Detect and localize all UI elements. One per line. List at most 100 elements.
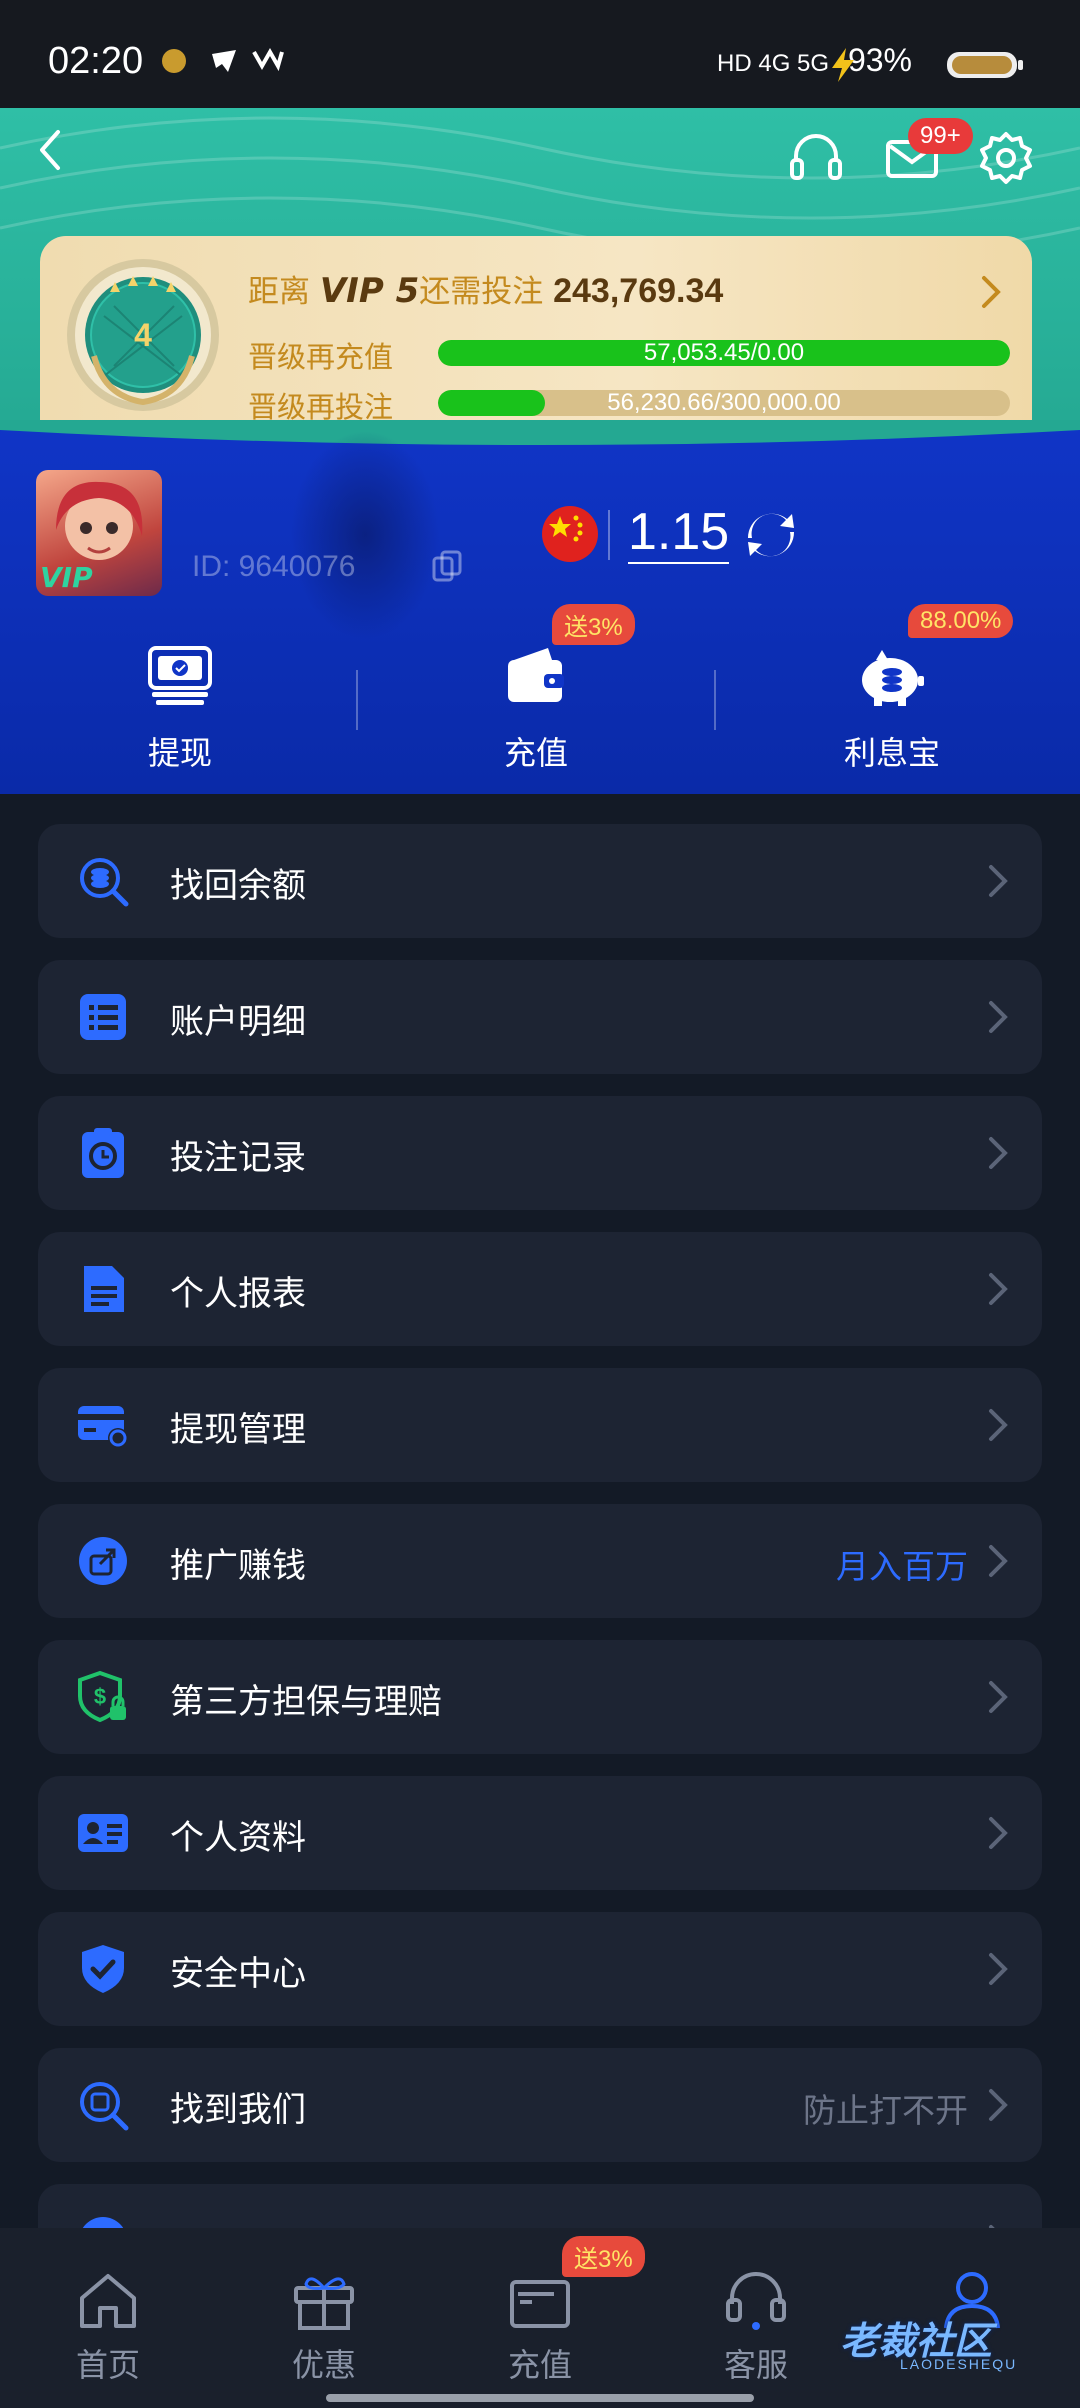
balance-divider <box>608 510 610 560</box>
menu-item-security-center[interactable]: 安全中心 <box>38 1912 1042 2026</box>
chevron-right-icon <box>989 1273 1008 1305</box>
share-icon <box>79 1537 127 1585</box>
withdraw-action[interactable]: 提现 <box>0 632 360 782</box>
nav-promotions[interactable]: 优惠 <box>216 2264 432 2386</box>
bet-progress-text: 56,230.66/300,000.00 <box>607 390 841 416</box>
user-id: ID: 9640076 <box>192 550 356 583</box>
svg-text:$: $ <box>94 1684 106 1709</box>
home-icon <box>80 2274 136 2328</box>
battery-icon <box>947 52 1023 78</box>
menu-item-label: 个人资料 <box>170 1818 306 1858</box>
menu-item-label: 个人报表 <box>170 1274 306 1314</box>
account-wave <box>0 420 1080 445</box>
menu-item-label: 提现管理 <box>170 1410 306 1450</box>
chevron-right-icon <box>989 1137 1008 1169</box>
withdraw-label: 提现 <box>147 734 212 772</box>
menu-item-label: 安全中心 <box>170 1954 306 1994</box>
network-indicator: HD 4G 5G <box>717 50 830 77</box>
menu-item-label: 第三方担保与理赔 <box>170 1682 442 1722</box>
nav-home-label: 首页 <box>75 2346 140 2384</box>
recharge-label: 充值 <box>503 734 568 772</box>
recharge-progress-text: 57,053.45/0.00 <box>643 340 805 366</box>
vip-target-level: VIP 5 <box>319 271 420 311</box>
recharge-progress-label: 晋级再充值 <box>248 340 394 374</box>
chevron-right-icon <box>989 1817 1008 1849</box>
menu-item-promote-earn[interactable]: 推广赚钱 月入百万 <box>38 1504 1042 1618</box>
nav-home[interactable]: 首页 <box>0 2264 216 2386</box>
menu-item-withdraw-management[interactable]: 提现管理 <box>38 1368 1042 1482</box>
chevron-right-icon <box>989 1001 1008 1033</box>
find-us-note: 防止打不开 <box>803 2091 968 2130</box>
status-time: 02:20 <box>48 40 144 82</box>
card-gear-icon <box>78 1406 128 1448</box>
refresh-icon[interactable] <box>740 504 802 566</box>
chevron-right-icon <box>989 1681 1008 1713</box>
shield-check-icon <box>82 1945 124 1993</box>
cash-icon <box>148 646 212 705</box>
chevron-right-icon <box>989 2089 1008 2121</box>
notification-icons <box>158 44 298 85</box>
chevron-right-icon <box>989 1953 1008 1985</box>
gift-icon <box>294 2277 354 2330</box>
menu-item-bet-records[interactable]: 投注记录 <box>38 1096 1042 1210</box>
menu-item-label: 找回余额 <box>170 866 306 906</box>
menu-item-recover-balance[interactable]: 找回余额 <box>38 824 1042 938</box>
nav-promotions-label: 优惠 <box>291 2346 356 2384</box>
gear-icon[interactable] <box>976 128 1036 188</box>
menu-item-label: 推广赚钱 <box>170 1546 306 1586</box>
copy-icon[interactable] <box>432 550 462 584</box>
document-icon <box>84 1266 124 1312</box>
chevron-right-icon <box>989 1545 1008 1577</box>
avatar[interactable]: VIP <box>36 470 162 596</box>
china-flag-icon <box>542 506 598 562</box>
wallet-icon <box>508 648 564 702</box>
nav-customer-service-label: 客服 <box>723 2346 788 2384</box>
interest-action[interactable]: 88.00% 利息宝 <box>712 604 1072 782</box>
back-icon[interactable] <box>24 122 80 178</box>
vip-medal-icon: 4 <box>67 259 219 411</box>
list-icon <box>80 994 126 1040</box>
chevron-right-icon <box>989 1409 1008 1441</box>
nav-customer-service[interactable]: 客服 <box>648 2264 864 2386</box>
chevron-right-icon[interactable] <box>976 272 1006 312</box>
charging-icon <box>832 48 854 82</box>
recharge-action[interactable]: 送3% 充值 <box>356 604 716 782</box>
account-panel: VIP ID: 9640076 1.15 提现 送3% 充值 88.00% 利息… <box>0 420 1080 794</box>
nav-recharge-label: 充值 <box>507 2346 572 2384</box>
status-bar: 02:20 HD 4G 5G 93% <box>0 0 1080 108</box>
vip-remaining-amount: 243,769.34 <box>553 272 724 310</box>
nav-recharge[interactable]: 充值 <box>432 2264 648 2386</box>
promote-note: 月入百万 <box>836 1547 968 1586</box>
id-card-icon <box>78 1814 128 1852</box>
home-indicator[interactable] <box>326 2394 754 2402</box>
chevron-right-icon <box>989 865 1008 897</box>
balance-amount: 1.15 <box>628 502 730 564</box>
app-notification-icon <box>162 47 284 73</box>
recharge-bonus-badge: 送3% <box>552 604 635 645</box>
interest-label: 利息宝 <box>843 734 940 772</box>
shield-dollar-lock-icon: $ <box>78 1670 126 1723</box>
vip-medal-level: 4 <box>134 317 152 353</box>
avatar-vip-tag: VIP <box>40 561 93 594</box>
menu-item-personal-info[interactable]: 个人资料 <box>38 1776 1042 1890</box>
menu-item-find-us[interactable]: 找到我们 防止打不开 <box>38 2048 1042 2162</box>
menu-item-label: 投注记录 <box>170 1138 306 1178</box>
menu-item-account-details[interactable]: 账户明细 <box>38 960 1042 1074</box>
vip-distance-prefix: 距离 <box>248 274 310 310</box>
vip-distance-middle: 还需投注 <box>419 274 544 310</box>
piggy-bank-icon <box>862 650 924 706</box>
mail-badge: 99+ <box>908 118 973 154</box>
watermark-subtext: LAODESHEQU <box>900 2356 1018 2372</box>
search-link-icon <box>80 2082 129 2131</box>
interest-rate-badge: 88.00% <box>908 604 1014 638</box>
menu-item-label: 找到我们 <box>170 2090 306 2130</box>
vip-distance-line: 距离 VIP 5还需投注 243,769.34 <box>248 266 723 311</box>
search-coin-icon <box>80 858 129 907</box>
recharge-progress-bar: 57,053.45/0.00 <box>438 340 1010 366</box>
menu-item-third-party-guarantee[interactable]: $ 第三方担保与理赔 <box>38 1640 1042 1754</box>
headset-icon[interactable] <box>786 128 846 188</box>
redaction-scribble <box>290 430 440 640</box>
headset-icon <box>726 2272 786 2330</box>
menu-item-personal-report[interactable]: 个人报表 <box>38 1232 1042 1346</box>
status-right: HD 4G 5G 93% <box>717 42 912 79</box>
